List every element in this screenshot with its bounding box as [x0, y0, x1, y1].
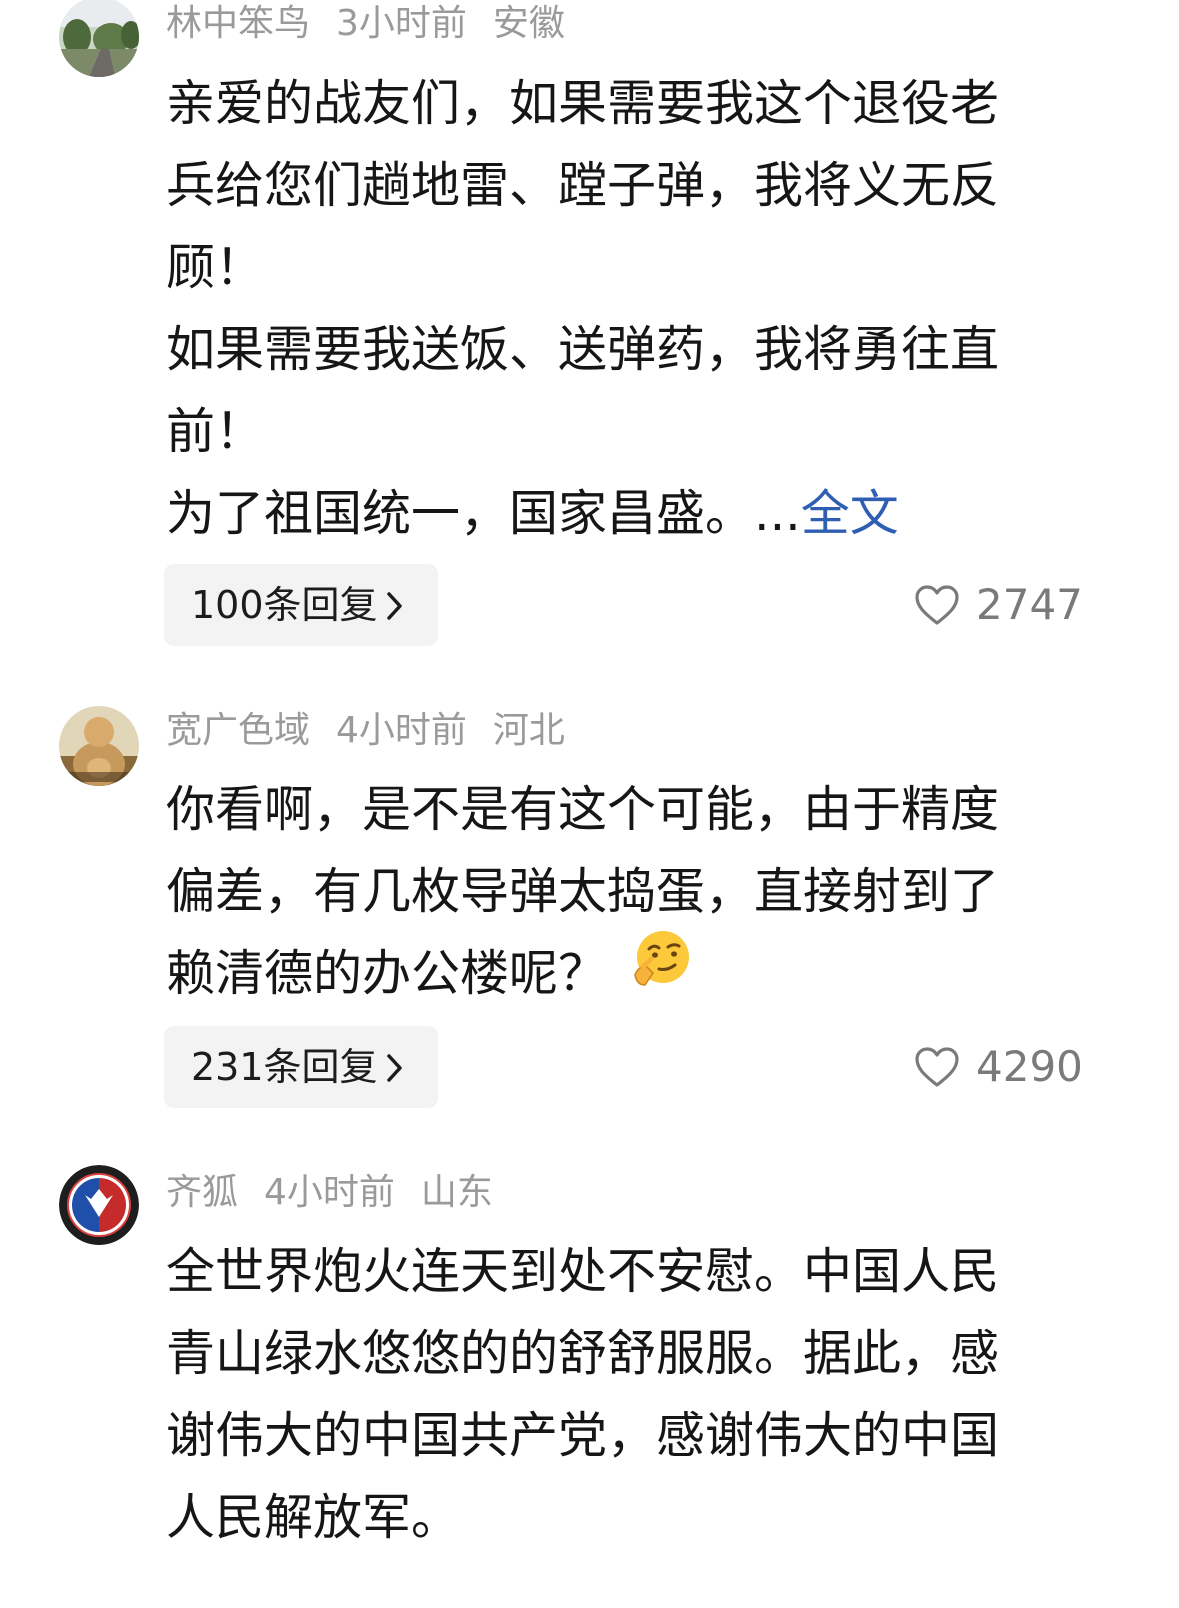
like-count: 4290: [976, 1042, 1083, 1091]
user-avatar[interactable]: [59, 0, 139, 77]
comment-line: 亲爱的战友们，如果需要我这个退役老: [166, 75, 1000, 132]
comment-line: 兵给您们趟地雷、蹚子弹，我将义无反: [166, 157, 1000, 214]
like-button[interactable]: 4290: [914, 1026, 1083, 1108]
expand-full-text-link[interactable]: 全文: [801, 485, 899, 542]
comment-line-text: 为了祖国统一，国家昌盛。...: [166, 485, 801, 542]
timestamp: 4小时前: [336, 710, 467, 751]
comment-meta: 宽广色域 4小时前 河北: [166, 707, 591, 755]
comment-line: 青山绿水悠悠的的舒舒服服。据此，感: [166, 1325, 1000, 1382]
thinking-smirk-emoji: [629, 929, 693, 1014]
comment-meta: 林中笨鸟 3小时前 安徽: [166, 0, 591, 48]
comment-line: 如果需要我送饭、送弹药，我将勇往直: [166, 321, 1000, 378]
location: 安徽: [492, 3, 565, 44]
comment-line: 顾！: [166, 239, 265, 296]
chevron-right-icon: [386, 567, 404, 649]
timestamp: 4小时前: [264, 1172, 395, 1213]
like-button[interactable]: 2747: [914, 564, 1083, 646]
comment-line: 前！: [166, 403, 265, 460]
comment-meta: 齐狐 4小时前 山东: [166, 1169, 519, 1217]
comment-line: 人民解放军。: [166, 1489, 461, 1546]
location: 山东: [420, 1172, 493, 1213]
view-replies-button[interactable]: 231条回复: [164, 1026, 438, 1108]
location: 河北: [492, 710, 565, 751]
comment-line: 为了祖国统一，国家昌盛。...全文: [166, 473, 1066, 555]
comment-text: 亲爱的战友们，如果需要我这个退役老 兵给您们趟地雷、蹚子弹，我将义无反 顾！ 如…: [166, 63, 1066, 555]
reply-count: 100条回复: [191, 583, 378, 627]
comment-line: 你看啊，是不是有这个可能，由于精度: [166, 781, 1000, 838]
chevron-right-icon: [386, 1029, 404, 1111]
like-count: 2747: [976, 580, 1083, 629]
comment-line: 偏差，有几枚导弹太捣蛋，直接射到了: [166, 863, 1000, 920]
username[interactable]: 林中笨鸟: [166, 3, 310, 44]
username[interactable]: 齐狐: [166, 1172, 238, 1213]
user-avatar[interactable]: [59, 1165, 139, 1245]
comment-line-text: 赖清德的办公楼呢？: [166, 945, 608, 1002]
reply-count: 231条回复: [191, 1045, 378, 1089]
comment-line: 谢伟大的中国共产党，感谢伟大的中国: [166, 1407, 1000, 1464]
view-replies-button[interactable]: 100条回复: [164, 564, 438, 646]
timestamp: 3小时前: [336, 3, 467, 44]
heart-outline-icon: [915, 584, 959, 625]
username[interactable]: 宽广色域: [166, 710, 310, 751]
user-avatar[interactable]: [59, 706, 139, 786]
comment-line: 全世界炮火连天到处不安慰。中国人民: [166, 1243, 1000, 1300]
comment-line: 赖清德的办公楼呢？: [166, 931, 1066, 1015]
comment-text: 你看啊，是不是有这个可能，由于精度 偏差，有几枚导弹太捣蛋，直接射到了 赖清德的…: [166, 769, 1066, 1015]
comment-text: 全世界炮火连天到处不安慰。中国人民 青山绿水悠悠的的舒舒服服。据此，感 谢伟大的…: [166, 1231, 1066, 1559]
heart-outline-icon: [915, 1046, 959, 1087]
